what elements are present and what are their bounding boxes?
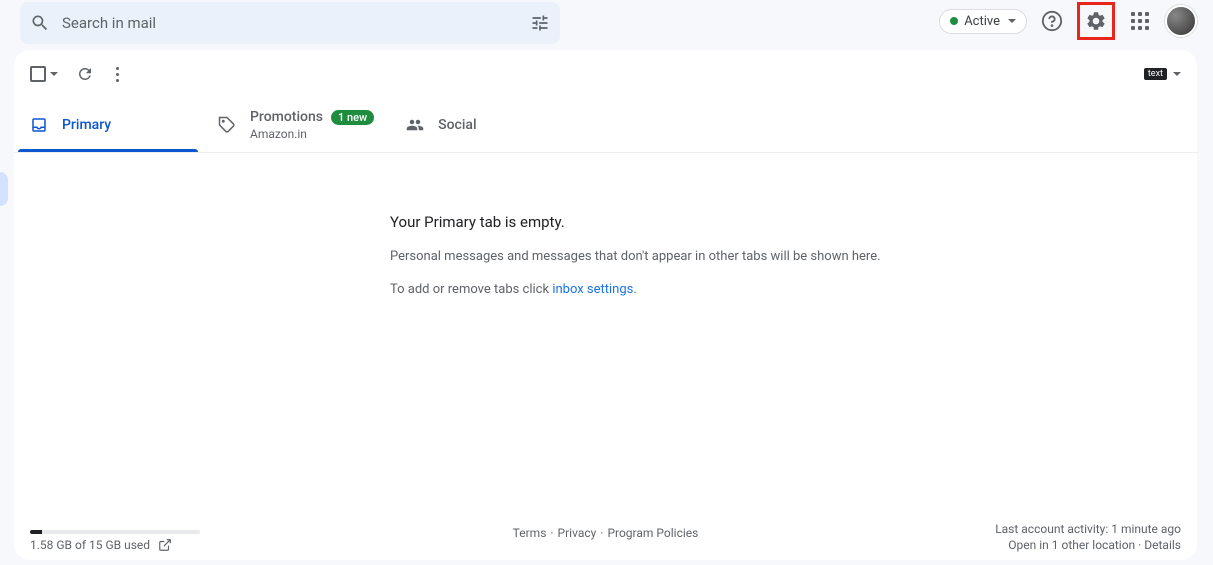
empty-title: Your Primary tab is empty. <box>390 213 1197 231</box>
help-button[interactable] <box>1033 2 1071 40</box>
inbox-settings-link[interactable]: inbox settings <box>552 282 633 297</box>
chevron-down-icon <box>1173 72 1181 76</box>
empty-description: Personal messages and messages that don'… <box>390 249 1197 264</box>
inbox-icon <box>30 116 48 134</box>
new-badge: 1 new <box>331 110 374 125</box>
policies-link[interactable]: Program Policies <box>607 526 698 540</box>
mail-toolbar: text <box>14 50 1197 98</box>
refresh-button[interactable] <box>76 65 94 83</box>
status-label: Active <box>964 14 1000 29</box>
tab-label: Primary <box>62 117 111 133</box>
tab-sublabel: Amazon.in <box>250 127 374 141</box>
tag-icon <box>218 116 236 134</box>
open-in-new-icon[interactable] <box>158 538 172 552</box>
search-input[interactable] <box>62 14 518 32</box>
footer: 1.58 GB of 15 GB used Terms· Privacy· Pr… <box>14 514 1197 560</box>
people-icon <box>406 116 424 134</box>
empty-state: Your Primary tab is empty. Personal mess… <box>14 153 1197 315</box>
status-dot-icon <box>950 17 958 25</box>
search-icon[interactable] <box>30 13 50 33</box>
storage-bar <box>30 530 200 534</box>
chevron-down-icon <box>1008 19 1016 23</box>
more-button[interactable] <box>112 63 123 86</box>
category-tabs: Primary Promotions 1 new Amazon.in Socia… <box>14 98 1197 153</box>
tab-social[interactable]: Social <box>390 98 578 152</box>
apps-grid-icon <box>1131 12 1149 30</box>
status-chip[interactable]: Active <box>939 9 1027 34</box>
header-actions: Active <box>939 2 1197 40</box>
select-all-checkbox[interactable] <box>30 66 58 82</box>
header: Active <box>0 0 1213 42</box>
account-avatar[interactable] <box>1165 5 1197 37</box>
tab-label: Social <box>438 117 476 133</box>
footer-links: Terms· Privacy· Program Policies <box>513 526 699 540</box>
storage-text: 1.58 GB of 15 GB used <box>30 538 150 552</box>
tab-label: Promotions <box>250 109 323 125</box>
search-bar[interactable] <box>20 2 560 44</box>
search-options-icon[interactable] <box>530 13 550 33</box>
empty-action-line: To add or remove tabs click inbox settin… <box>390 282 1197 297</box>
input-badge: text <box>1144 68 1167 80</box>
details-link[interactable]: Details <box>1144 538 1181 552</box>
activity-text: Last account activity: 1 minute ago <box>995 522 1181 536</box>
checkbox-icon <box>30 66 46 82</box>
tab-primary[interactable]: Primary <box>14 98 202 152</box>
apps-button[interactable] <box>1121 2 1159 40</box>
main-panel: text Primary Promotions 1 new Amazon.in … <box>14 50 1197 560</box>
settings-button[interactable] <box>1077 2 1115 40</box>
privacy-link[interactable]: Privacy <box>558 526 597 540</box>
input-tools-button[interactable]: text <box>1144 68 1181 80</box>
tab-promotions[interactable]: Promotions 1 new Amazon.in <box>202 98 390 152</box>
open-elsewhere-text: Open in 1 other location <box>1008 538 1135 552</box>
terms-link[interactable]: Terms <box>513 526 547 540</box>
collapsed-sidebar-sliver <box>0 172 8 206</box>
chevron-down-icon <box>50 72 58 76</box>
